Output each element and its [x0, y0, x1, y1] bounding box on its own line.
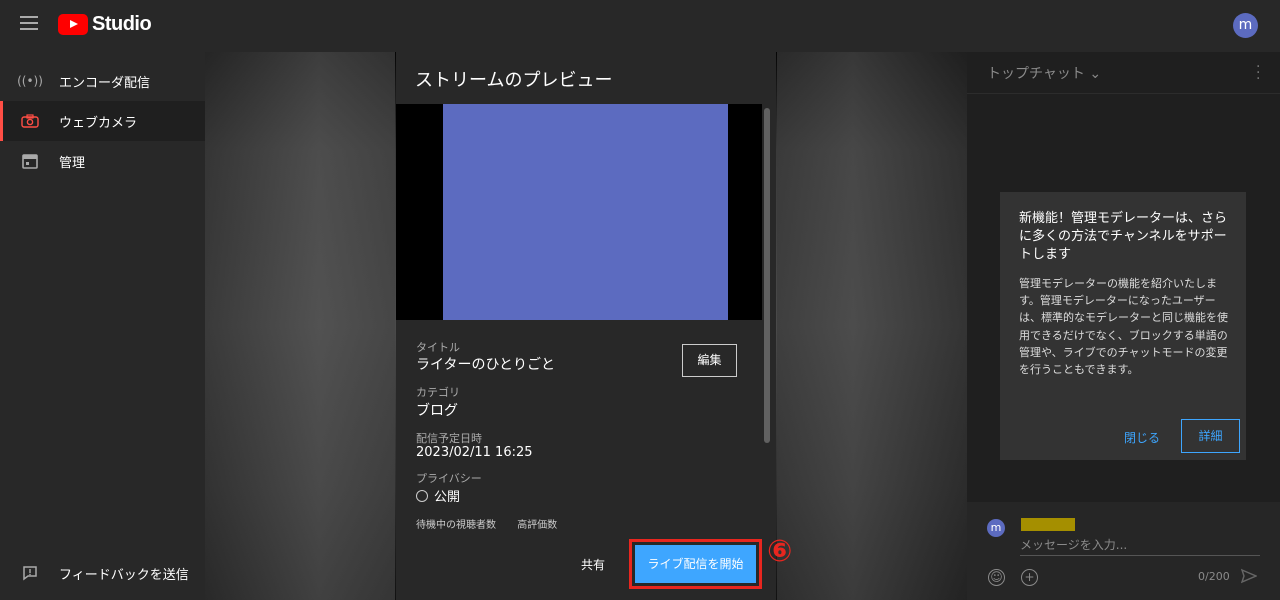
- privacy-label: プライバシー: [416, 472, 482, 485]
- preview-video: [443, 104, 728, 320]
- broadcast-icon: ((•)): [17, 74, 43, 88]
- likes-label: 高評価数: [517, 520, 558, 531]
- category-value: ブログ: [416, 403, 458, 419]
- sidebar-item-label: 管理: [59, 155, 86, 171]
- camera-icon: [20, 111, 40, 131]
- more-options-icon[interactable]: · · ·: [1256, 60, 1260, 86]
- chevron-down-icon: ⌄: [1089, 66, 1102, 82]
- category-label: カテゴリ: [416, 386, 460, 399]
- sidebar-item-label: ウェブカメラ: [59, 115, 138, 131]
- card-body: 管理モデレーターの機能を紹介いたします。管理モデレーターになったユーザーは、標準…: [1019, 277, 1228, 377]
- top-bar: Studio m: [0, 0, 1280, 52]
- sidebar: ((•)) エンコーダ配信 ウェブカメラ 管理 フィードバックを送信: [0, 52, 205, 600]
- logo-text: Studio: [92, 13, 152, 35]
- studio-logo[interactable]: Studio: [58, 13, 152, 36]
- char-count: 0/200: [1198, 570, 1230, 583]
- sidebar-item-manage[interactable]: 管理: [0, 141, 205, 181]
- waiting-viewers-label: 待機中の視聴者数: [416, 520, 496, 531]
- chat-header: トップチャット ⌄ · · ·: [967, 52, 1280, 94]
- title-label: タイトル: [416, 341, 460, 354]
- dialog-title: ストリームのプレビュー: [415, 70, 613, 91]
- feature-announcement-card: 新機能！管理モデレーターは、さらに多くの方法でチャンネルをサポートします 管理モ…: [1000, 192, 1246, 460]
- sidebar-item-label: エンコーダ配信: [59, 75, 151, 91]
- start-live-button[interactable]: ライブ配信を開始: [629, 539, 762, 589]
- chat-panel: トップチャット ⌄ · · · 新機能！管理モデレーターは、さらに多くの方法でチャン…: [967, 52, 1280, 600]
- scrollbar[interactable]: [764, 108, 770, 443]
- step-number-annotation: ⑥: [767, 534, 793, 569]
- schedule-value: 2023/02/11 16:25: [416, 445, 533, 460]
- sidebar-item-encoder[interactable]: ((•)) エンコーダ配信: [0, 61, 205, 101]
- stream-preview-dialog: ストリームのプレビュー タイトル ライターのひとりごと 編集 カテゴリ ブログ …: [396, 52, 776, 600]
- sidebar-item-feedback[interactable]: フィードバックを送信: [0, 553, 205, 593]
- youtube-icon: [58, 14, 88, 35]
- feedback-icon: [20, 563, 40, 583]
- stats-row: 待機中の視聴者数 高評価数: [416, 516, 575, 531]
- chat-mode-dropdown[interactable]: トップチャット ⌄: [987, 63, 1101, 83]
- stream-preview: [396, 104, 762, 320]
- globe-icon: [416, 490, 428, 502]
- sidebar-item-webcam[interactable]: ウェブカメラ: [0, 101, 205, 141]
- edit-button[interactable]: 編集: [682, 344, 737, 377]
- card-title: 新機能！管理モデレーターは、さらに多くの方法でチャンネルをサポートします: [1019, 211, 1228, 262]
- sidebar-item-label: フィードバックを送信: [59, 567, 189, 583]
- add-icon[interactable]: +: [1021, 569, 1038, 586]
- privacy-value: 公開: [416, 486, 460, 505]
- calendar-icon: [20, 151, 40, 171]
- avatar[interactable]: m: [1233, 13, 1258, 38]
- emoji-icon[interactable]: ☺: [988, 569, 1005, 586]
- card-close-button[interactable]: 閉じる: [1124, 429, 1160, 446]
- schedule-label: 配信予定日時: [416, 432, 482, 445]
- card-detail-button[interactable]: 詳細: [1181, 419, 1240, 453]
- chat-avatar: m: [987, 519, 1005, 537]
- menu-icon[interactable]: [20, 16, 38, 30]
- send-icon[interactable]: [1240, 568, 1258, 584]
- chat-footer: m ☺ + 0/200: [967, 502, 1280, 600]
- share-button[interactable]: 共有: [581, 556, 605, 573]
- title-value: ライターのひとりごと: [416, 357, 556, 373]
- chat-message-input[interactable]: [1020, 534, 1260, 556]
- chat-username-redacted: [1021, 518, 1075, 531]
